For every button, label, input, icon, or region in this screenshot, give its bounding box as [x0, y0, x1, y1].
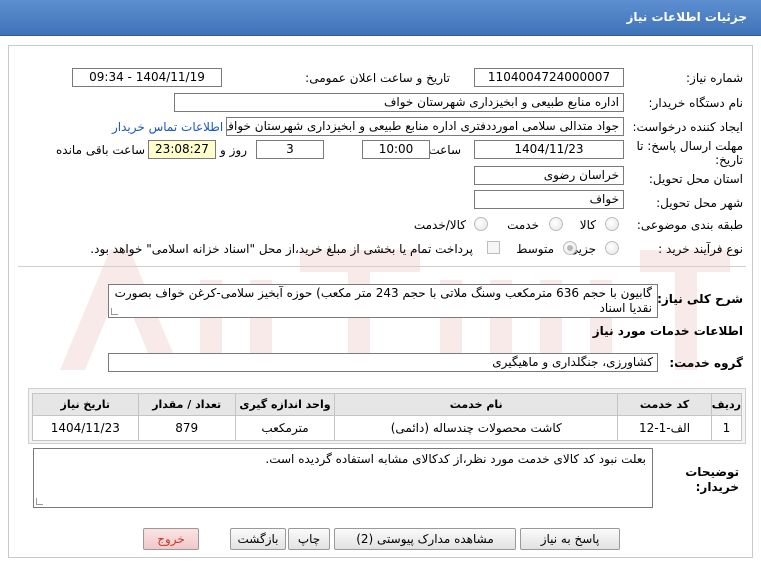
- table-row[interactable]: 1 الف-1-12 کاشت محصولات چندساله (دائمی) …: [32, 415, 743, 441]
- category-both-label: کالا/خدمت: [413, 218, 466, 232]
- process-medium-radio[interactable]: [563, 241, 577, 255]
- need-number-field: 1104004724000007: [474, 68, 624, 87]
- window-title-bar: جزئیات اطلاعات نیاز: [0, 0, 761, 36]
- category-label: طبقه بندی موضوعی:: [636, 218, 743, 232]
- process-minor-radio[interactable]: [605, 241, 619, 255]
- back-button[interactable]: بازگشت: [230, 528, 286, 550]
- service-group-field: کشاورزی، جنگلداری و ماهیگیری: [108, 353, 658, 372]
- col-qty: تعداد / مقدار: [137, 393, 236, 416]
- view-attachments-button[interactable]: مشاهده مدارک پیوستی (2): [334, 528, 516, 550]
- buyer-notes-label-2: خریدار:: [695, 480, 739, 494]
- remaining-label: ساعت باقی مانده: [56, 143, 146, 157]
- city-label: شهر محل تحویل:: [656, 196, 743, 210]
- category-service-radio[interactable]: [549, 217, 563, 231]
- description-textarea[interactable]: گابیون با حجم 636 مترمکعب وسنگ ملاتی با …: [108, 284, 658, 318]
- cell-qty: 879: [137, 415, 236, 441]
- cell-unit: مترمکعب: [234, 415, 336, 441]
- divider: [18, 266, 746, 267]
- remaining-time-field: 23:08:27: [148, 140, 216, 159]
- description-label: شرح کلی نیاز:: [657, 292, 743, 306]
- cell-date: 1404/11/23: [32, 415, 139, 441]
- province-field: خراسان رضوی: [474, 166, 624, 185]
- reply-button[interactable]: پاسخ به نیاز: [520, 528, 620, 550]
- creator-field: جواد متدالی سلامی امورددفتری اداره منابع…: [226, 117, 624, 136]
- category-both-radio[interactable]: [474, 217, 488, 231]
- category-goods-radio[interactable]: [605, 217, 619, 231]
- buyer-label: نام دستگاه خریدار:: [648, 96, 744, 110]
- cell-code: الف-1-12: [617, 415, 712, 441]
- deadline-date-label: تاریخ:: [715, 153, 743, 167]
- service-group-label: گروه خدمت:: [669, 356, 743, 370]
- category-service-label: خدمت: [507, 218, 539, 232]
- process-medium-label: متوسط: [516, 242, 554, 256]
- cell-name: کاشت محصولات چندساله (دائمی): [334, 415, 619, 441]
- col-name: نام خدمت: [334, 393, 619, 416]
- days-label: روز و: [220, 143, 247, 157]
- cell-row: 1: [710, 415, 743, 441]
- description-line-1: گابیون با حجم 636 مترمکعب وسنگ ملاتی با …: [114, 286, 652, 300]
- deadline-date-field: 1404/11/23: [474, 140, 624, 159]
- buyer-notes-text: بعلت نبود کد کالای خدمت مورد نظر،از کدکا…: [265, 452, 646, 466]
- table-header-row: ردیف کد خدمت نام خدمت واحد اندازه گیری ت…: [32, 393, 743, 416]
- buyer-notes-textarea[interactable]: بعلت نبود کد کالای خدمت مورد نظر،از کدکا…: [33, 448, 653, 508]
- need-number-label: شماره نیاز:: [686, 71, 743, 85]
- description-line-2: نقدیا اسناد: [599, 301, 652, 315]
- deadline-time-field: 10:00: [362, 140, 430, 159]
- buyer-notes-label: توضیحات: [685, 465, 739, 479]
- process-label: نوع فرآیند خرید :: [658, 242, 743, 256]
- print-button[interactable]: چاپ: [288, 528, 330, 550]
- exit-button[interactable]: خروج: [143, 528, 199, 550]
- window-title: جزئیات اطلاعات نیاز: [626, 10, 747, 24]
- deadline-time-label: ساعت: [428, 143, 461, 157]
- services-section-title: اطلاعات خدمات مورد نیاز: [592, 324, 743, 338]
- province-label: استان محل تحویل:: [648, 172, 743, 186]
- buyer-field: اداره منابع طبیعی و ابخیزداری شهرستان خو…: [174, 93, 624, 112]
- resize-handle-icon[interactable]: [111, 308, 118, 315]
- city-field: خواف: [474, 190, 624, 209]
- col-date: تاریخ نیاز: [32, 393, 139, 416]
- days-field: 3: [256, 140, 324, 159]
- treasury-payment-checkbox[interactable]: [487, 241, 500, 254]
- services-table: ردیف کد خدمت نام خدمت واحد اندازه گیری ت…: [32, 393, 743, 441]
- announce-label: تاریخ و ساعت اعلان عمومی:: [305, 71, 450, 85]
- deadline-label: مهلت ارسال پاسخ: تا: [636, 139, 743, 153]
- col-row: ردیف: [710, 393, 743, 416]
- resize-handle-icon[interactable]: [36, 498, 43, 505]
- col-code: کد خدمت: [617, 393, 712, 416]
- contact-buyer-link[interactable]: اطلاعات تماس خریدار: [112, 120, 223, 134]
- payment-note: پرداخت تمام یا بخشی از مبلغ خرید،از محل …: [90, 242, 473, 256]
- category-goods-label: کالا: [579, 218, 596, 232]
- col-unit: واحد اندازه گیری: [234, 393, 336, 416]
- announce-field: 1404/11/19 - 09:34: [72, 68, 222, 87]
- creator-label: ایجاد کننده درخواست:: [632, 120, 743, 134]
